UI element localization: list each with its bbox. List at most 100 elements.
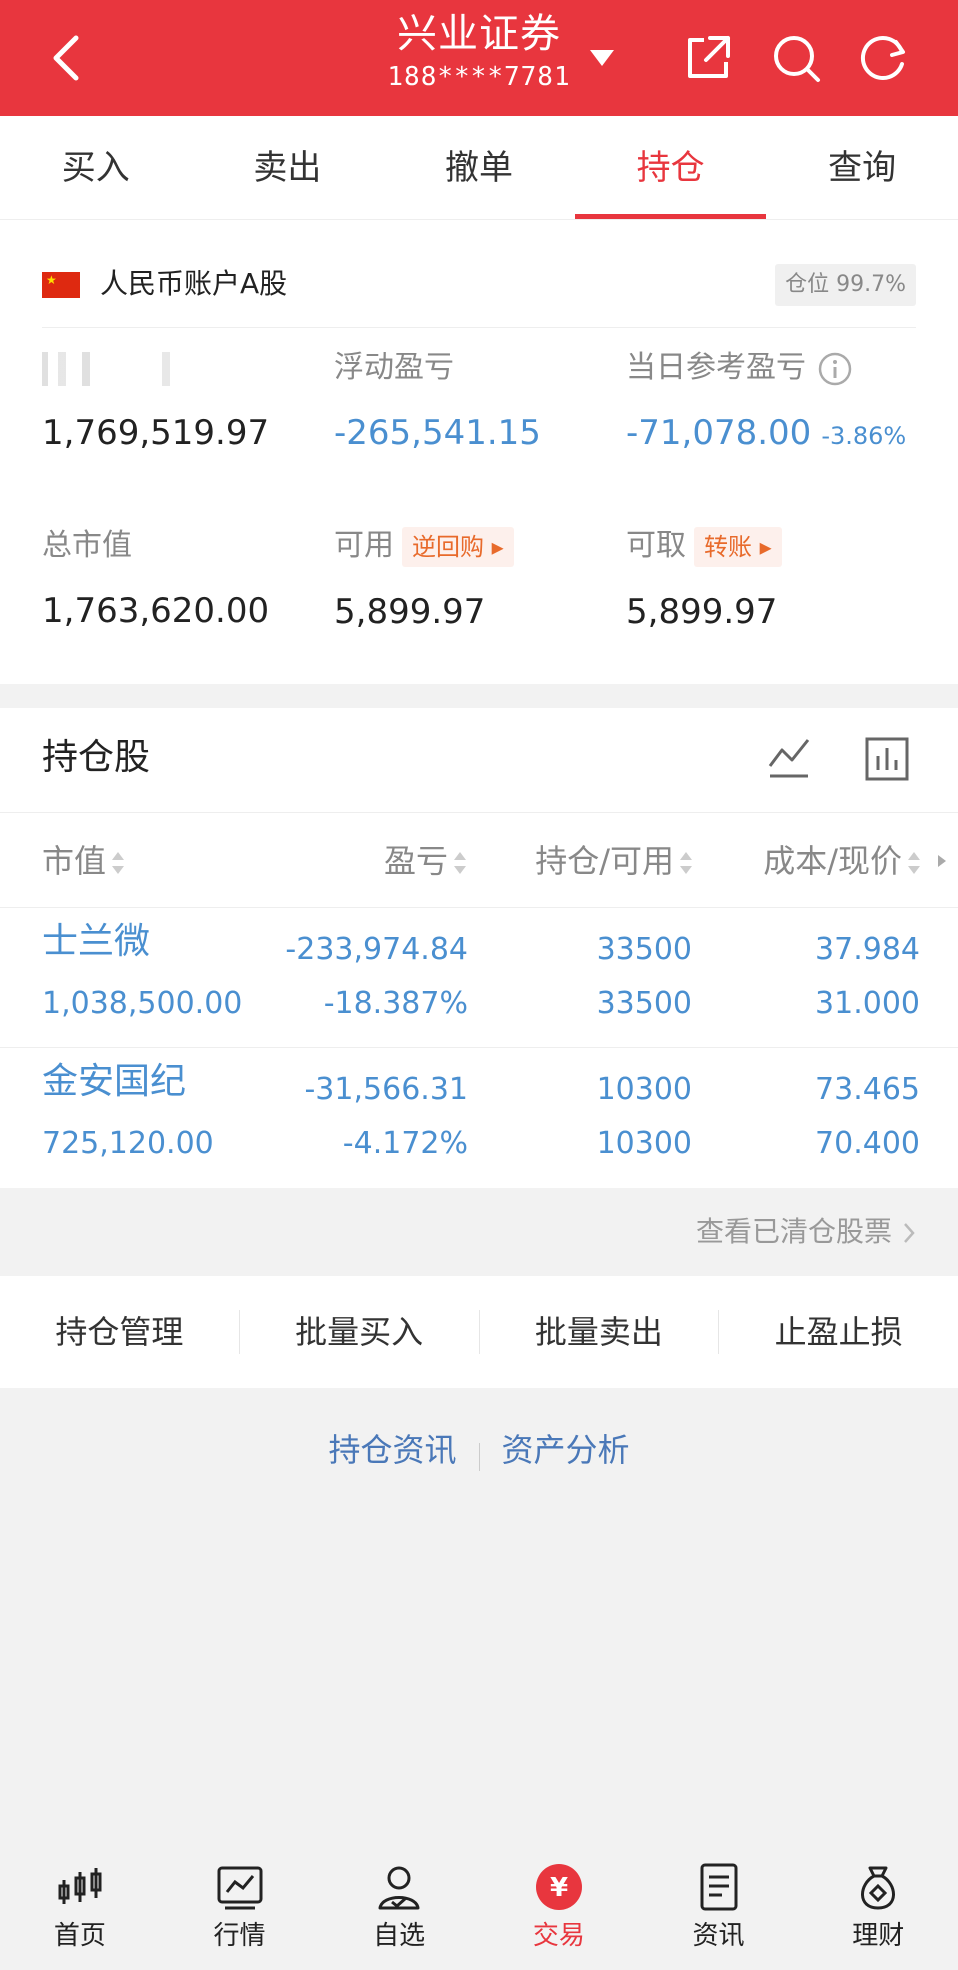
- floating-pl-stat: 浮动盈亏 -265,541.15: [334, 348, 541, 456]
- nav-news[interactable]: 资讯: [639, 1846, 799, 1970]
- nav-label: 自选: [373, 1921, 426, 1951]
- available-label: 可用: [334, 528, 394, 563]
- cleared-stocks-bar: 查看已清仓股票: [0, 1188, 958, 1276]
- holdings-column-header: 市值 盈亏 持仓/可用 成本/现价: [0, 812, 958, 908]
- total-assets-stat: 1,769,519.97: [42, 348, 269, 456]
- nav-label: 首页: [53, 1921, 106, 1951]
- stock-pl: -31,566.31: [304, 1072, 468, 1107]
- tab-holdings[interactable]: 持仓: [574, 116, 767, 219]
- market-value-label: 总市值: [42, 528, 132, 563]
- asset-analysis-link[interactable]: 资产分析: [480, 1420, 652, 1480]
- dropdown-triangle-icon[interactable]: [588, 48, 616, 68]
- holding-row[interactable]: 金安国纪 725,120.00 -31,566.31 -4.172% 10300…: [0, 1048, 958, 1188]
- line-chart-icon[interactable]: [766, 734, 812, 780]
- reverse-repo-button[interactable]: 逆回购 ▸: [402, 526, 514, 567]
- person-check-icon: [378, 1866, 420, 1910]
- nav-label: 资讯: [692, 1921, 745, 1951]
- stock-cost: 73.465: [815, 1072, 920, 1107]
- stop-profit-loss-button[interactable]: 止盈止损: [719, 1310, 958, 1354]
- nav-label: 交易: [532, 1921, 585, 1951]
- daily-pl-pct: -3.86%: [821, 422, 907, 450]
- stock-position: 33500: [596, 932, 692, 967]
- nav-label: 行情: [213, 1921, 266, 1951]
- col-position-available[interactable]: 持仓/可用: [535, 833, 694, 889]
- account-summary-panel: ★ 人民币账户A股 仓位 99.7% 1,769,519.97 浮动盈亏 -26…: [0, 220, 958, 684]
- stock-price: 70.400: [815, 1126, 920, 1161]
- nav-trade[interactable]: ¥ 交易: [479, 1846, 639, 1970]
- sort-icon: [680, 852, 692, 874]
- stock-position: 10300: [596, 1072, 692, 1107]
- market-value-stat: 总市值 1,763,620.00: [42, 526, 269, 634]
- nav-market[interactable]: 行情: [160, 1846, 320, 1970]
- bottom-links: 持仓资讯 资产分析: [0, 1420, 958, 1480]
- tab-cancel-order[interactable]: 撤单: [383, 116, 575, 219]
- col-cost-price[interactable]: 成本/现价: [763, 833, 922, 889]
- position-ratio-badge: 仓位 99.7%: [775, 264, 916, 306]
- nav-home[interactable]: 首页: [0, 1846, 160, 1970]
- money-bag-icon: [861, 1866, 896, 1910]
- tab-query[interactable]: 查询: [766, 116, 958, 219]
- stock-cost: 37.984: [815, 932, 920, 967]
- stock-name: 金安国纪: [42, 1061, 187, 1102]
- batch-buy-button[interactable]: 批量买入: [240, 1310, 480, 1354]
- transfer-button[interactable]: 转账 ▸: [694, 526, 782, 567]
- candlestick-icon: [58, 1868, 102, 1904]
- redacted-label: [42, 351, 192, 386]
- sort-icon: [112, 852, 125, 874]
- scroll-right-icon[interactable]: [936, 853, 948, 869]
- info-icon[interactable]: [818, 352, 852, 386]
- daily-pl-value: -71,078.00: [626, 413, 812, 453]
- withdrawable-label: 可取: [626, 528, 686, 563]
- daily-pl-label: 当日参考盈亏: [626, 350, 806, 385]
- holdings-title: 持仓股: [42, 737, 151, 778]
- bar-chart-icon[interactable]: [864, 736, 910, 782]
- stock-available: 33500: [596, 986, 692, 1021]
- available-stat: 可用 逆回购 ▸ 5,899.97: [334, 526, 514, 635]
- floating-pl-label: 浮动盈亏: [334, 350, 454, 385]
- nav-label: 理财: [852, 1921, 905, 1951]
- sort-icon: [908, 852, 920, 874]
- bottom-navigation: 首页 行情 自选 ¥ 交易 资讯 理财: [0, 1846, 958, 1970]
- holding-news-link[interactable]: 持仓资讯: [306, 1420, 478, 1480]
- view-cleared-stocks-link[interactable]: 查看已清仓股票: [696, 1210, 916, 1254]
- tab-buy[interactable]: 买入: [0, 116, 192, 219]
- stock-pl-pct: -4.172%: [342, 1126, 468, 1161]
- refresh-icon[interactable]: [856, 30, 912, 86]
- market-value-value: 1,763,620.00: [42, 591, 270, 631]
- chart-icon: [217, 1866, 262, 1910]
- stock-pl-pct: -18.387%: [323, 986, 468, 1021]
- share-icon[interactable]: [680, 30, 736, 86]
- daily-pl-stat: 当日参考盈亏 -71,078.00 -3.86%: [626, 348, 906, 459]
- document-icon: [700, 1863, 738, 1911]
- withdrawable-value: 5,899.97: [626, 591, 778, 632]
- total-assets-value: 1,769,519.97: [42, 413, 270, 453]
- withdrawable-stat: 可取 转账 ▸ 5,899.97: [626, 526, 782, 635]
- holding-actions-bar: 持仓管理 批量买入 批量卖出 止盈止损: [0, 1276, 958, 1388]
- floating-pl-value: -265,541.15: [334, 413, 541, 453]
- stock-pl: -233,974.84: [285, 932, 468, 967]
- stock-available: 10300: [596, 1126, 692, 1161]
- nav-watchlist[interactable]: 自选: [319, 1846, 479, 1970]
- batch-sell-button[interactable]: 批量卖出: [480, 1310, 720, 1354]
- trade-tabs: 买入 卖出 撤单 持仓 查询: [0, 116, 958, 220]
- chevron-right-icon: [904, 1223, 915, 1243]
- china-flag-icon: ★: [42, 272, 80, 298]
- nav-wealth[interactable]: 理财: [798, 1846, 958, 1970]
- account-row[interactable]: ★ 人民币账户A股 仓位 99.7%: [42, 242, 916, 328]
- stock-price: 31.000: [815, 986, 920, 1021]
- stock-market-value: 1,038,500.00: [42, 986, 243, 1021]
- holding-management-button[interactable]: 持仓管理: [0, 1310, 240, 1354]
- sort-icon: [454, 852, 466, 874]
- holding-row[interactable]: 士兰微 1,038,500.00 -233,974.84 -18.387% 33…: [0, 908, 958, 1048]
- col-profit-loss[interactable]: 盈亏: [384, 833, 468, 889]
- col-market-value[interactable]: 市值: [42, 833, 126, 889]
- svg-text:¥: ¥: [550, 1873, 568, 1903]
- available-value: 5,899.97: [334, 591, 486, 632]
- holdings-section: 持仓股 市值 盈亏 持仓/可用 成本/现价 士兰微 1,038,500.00 -…: [0, 708, 958, 1188]
- yuan-icon: ¥: [535, 1864, 582, 1910]
- search-icon[interactable]: [768, 30, 824, 86]
- account-type-label: 人民币账户A股: [100, 267, 288, 300]
- stock-name: 士兰微: [42, 921, 151, 962]
- app-header: 兴业证券 188****7781: [0, 0, 958, 116]
- tab-sell[interactable]: 卖出: [192, 116, 384, 219]
